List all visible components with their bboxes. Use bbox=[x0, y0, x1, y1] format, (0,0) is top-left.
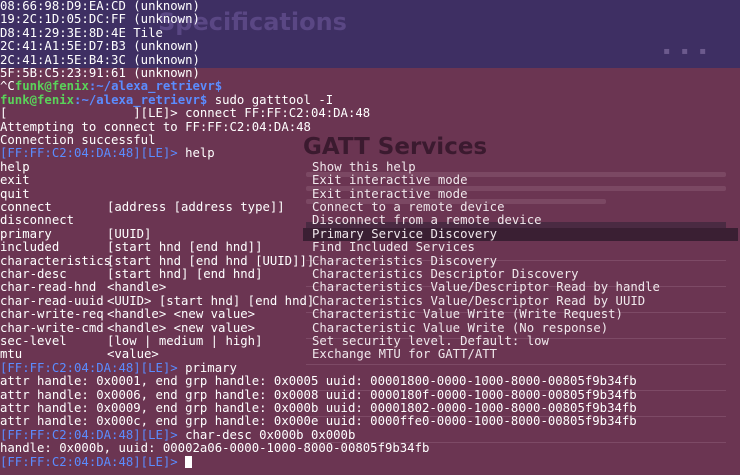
shell-command-line: funk@fenix:~/alexa_retrievr$ sudo gattto… bbox=[0, 92, 334, 107]
help-command-description: Exchange MTU for GATT/ATT bbox=[312, 347, 498, 362]
command-text: sudo gatttool -I bbox=[207, 92, 334, 107]
help-command-description: Disconnect from a remote device bbox=[312, 213, 542, 228]
connection-success-line: Connection successful bbox=[0, 133, 156, 147]
prompt-path: :~/alexa_retrievr$ bbox=[74, 92, 208, 107]
gatttool-prompt: [FF:FF:C2:04:DA:48][LE]> bbox=[0, 454, 178, 469]
primary-result-line: attr handle: 0x0006, end grp handle: 0x0… bbox=[0, 387, 637, 402]
help-command-args: [start hnd [end hnd [UUID]]] bbox=[107, 253, 315, 268]
help-command-name: disconnect bbox=[0, 213, 75, 228]
scan-result-line: 2C:41:A1:5E:D7:B3 (unknown) bbox=[0, 39, 200, 54]
help-command-line: [FF:FF:C2:04:DA:48][LE]> help bbox=[0, 147, 215, 160]
help-command-name: char-write-req bbox=[0, 307, 104, 322]
help-command-description: Show this help bbox=[312, 159, 416, 174]
terminal-cursor[interactable] bbox=[185, 455, 193, 468]
help-command-args: [start hnd] [end hnd] bbox=[107, 267, 263, 281]
prompt-path: :~/alexa_retrievr$ bbox=[88, 79, 223, 94]
help-command-args: [UUID] bbox=[107, 226, 152, 241]
connect-command-line: [ ][LE]> connect FF:FF:C2:04:DA:48 bbox=[0, 106, 371, 121]
command-text: char-desc 0x000b 0x000b bbox=[177, 427, 356, 442]
help-command-name: quit bbox=[0, 186, 30, 201]
help-command-args: <value> bbox=[107, 347, 159, 362]
gatttool-prompt: [FF:FF:C2:04:DA:48][LE]> bbox=[0, 146, 178, 161]
primary-command-line: [FF:FF:C2:04:DA:48][LE]> primary bbox=[0, 360, 237, 375]
help-command-description: Set security level. Default: low bbox=[312, 334, 549, 348]
shell-prompt-line: ^Cfunk@fenix:~/alexa_retrievr$ bbox=[0, 80, 222, 93]
scan-result-line: 19:2C:1D:05:DC:FF (unknown) bbox=[0, 12, 200, 27]
help-command-args: <UUID> [start hnd] [end hnd] bbox=[107, 293, 315, 308]
help-command-description: Exit interactive mode bbox=[312, 173, 468, 188]
gatttool-prompt: [FF:FF:C2:04:DA:48][LE]> bbox=[0, 427, 178, 442]
help-command-description: Characteristic Value Write (No response) bbox=[312, 320, 609, 335]
help-command-name: included bbox=[0, 240, 60, 255]
help-command-name: sec-level bbox=[0, 334, 67, 348]
help-command-name: primary bbox=[0, 226, 52, 241]
scan-result-line: D8:41:29:3E:8D:4E Tile bbox=[0, 25, 163, 40]
prompt-user: funk@fenix bbox=[14, 79, 89, 94]
scan-result-line: 08:66:98:D9:EA:CD (unknown) bbox=[0, 0, 200, 13]
help-command-description: Characteristic Value Write (Write Reques… bbox=[312, 307, 623, 322]
help-command-args: [low | medium | high] bbox=[107, 334, 263, 348]
help-command-name: char-desc bbox=[0, 267, 67, 281]
scan-result-line: 2C:41:A1:5E:B4:3C (unknown) bbox=[0, 52, 200, 67]
help-command-name: help bbox=[0, 159, 30, 174]
help-command-args: [address [address type]] bbox=[107, 200, 285, 214]
char-desc-result-line: handle: 0x000b, uuid: 00002a06-0000-1000… bbox=[0, 441, 430, 456]
prompt-user: funk@fenix bbox=[0, 92, 75, 107]
attempting-line: Attempting to connect to FF:FF:C2:04:DA:… bbox=[0, 119, 311, 134]
help-command-args: <handle> bbox=[107, 280, 167, 295]
command-text: help bbox=[177, 146, 215, 161]
help-command-description: Primary Service Discovery bbox=[312, 226, 498, 241]
primary-result-line: attr handle: 0x0009, end grp handle: 0x0… bbox=[0, 401, 637, 415]
help-command-description: Characteristics Value/Descriptor Read by… bbox=[312, 280, 660, 295]
help-command-name: char-write-cmd bbox=[0, 320, 104, 335]
help-command-description: Exit interactive mode bbox=[312, 186, 468, 201]
help-command-args: <handle> <new value> bbox=[107, 320, 256, 335]
help-command-description: Characteristics Value/Descriptor Read by… bbox=[312, 293, 646, 308]
ctrl-c-echo: ^C bbox=[0, 79, 15, 94]
help-command-description: Characteristics Descriptor Discovery bbox=[312, 267, 579, 281]
primary-result-line: attr handle: 0x0001, end grp handle: 0x0… bbox=[0, 374, 637, 389]
char-desc-command-line: [FF:FF:C2:04:DA:48][LE]> char-desc 0x000… bbox=[0, 427, 356, 442]
help-command-name: characteristics bbox=[0, 253, 112, 268]
gatttool-prompt: [FF:FF:C2:04:DA:48][LE]> bbox=[0, 360, 178, 375]
scan-result-line: 5F:5B:C5:23:91:61 (unknown) bbox=[0, 66, 200, 80]
current-prompt-line[interactable]: [FF:FF:C2:04:DA:48][LE]> bbox=[0, 454, 193, 469]
help-command-description: Find Included Services bbox=[312, 240, 475, 255]
help-command-name: char-read-uuid bbox=[0, 293, 104, 308]
help-command-description: Characteristics Discovery bbox=[312, 253, 498, 268]
help-command-description: Connect to a remote device bbox=[312, 200, 505, 214]
primary-result-line: attr handle: 0x000c, end grp handle: 0x0… bbox=[0, 414, 637, 429]
help-command-name: char-read-hnd bbox=[0, 280, 97, 295]
screen: Specifications ▪ ▪ ▪ GATT Services 08:66… bbox=[0, 0, 740, 475]
help-command-args: <handle> <new value> bbox=[107, 307, 256, 322]
help-command-args: [start hnd [end hnd]] bbox=[107, 240, 263, 255]
command-text: primary bbox=[177, 360, 237, 375]
terminal-window[interactable]: 08:66:98:D9:EA:CD (unknown) 19:2C:1D:05:… bbox=[0, 0, 740, 475]
help-command-name: connect bbox=[0, 200, 52, 214]
help-command-name: mtu bbox=[0, 347, 23, 362]
help-command-name: exit bbox=[0, 173, 30, 188]
